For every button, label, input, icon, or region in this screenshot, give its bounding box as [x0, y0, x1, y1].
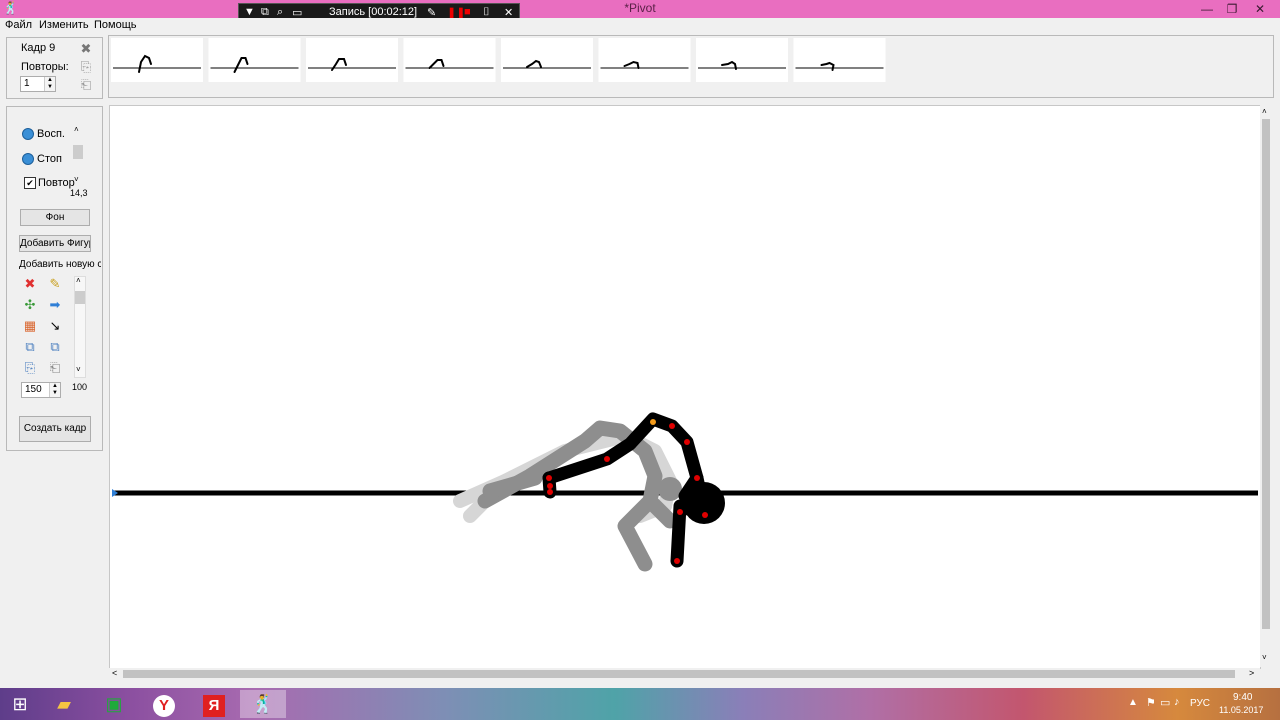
- delete-frame-icon[interactable]: ✖: [78, 41, 94, 57]
- stop-record-icon[interactable]: ■: [464, 6, 471, 18]
- timeline-frame-2[interactable]: [208, 38, 301, 82]
- yandex-icon[interactable]: Я: [198, 690, 230, 718]
- timeline-frame-6[interactable]: [598, 38, 691, 82]
- edit-figure-icon[interactable]: ✎: [47, 276, 63, 292]
- recorder-label: Запись [00:02:12]: [329, 6, 418, 18]
- store-icon[interactable]: ▣: [98, 690, 130, 718]
- scroll-down-icon[interactable]: ˅: [1262, 653, 1267, 662]
- speed-slider[interactable]: ˄ ˅: [73, 125, 83, 185]
- menu-edit[interactable]: Изменить: [39, 19, 89, 31]
- title-bar: 🕺 *Pivot — ❐ ✕: [0, 0, 1280, 18]
- slider-thumb[interactable]: [73, 145, 83, 159]
- stage[interactable]: [110, 106, 1260, 668]
- size-value: 150: [25, 384, 42, 395]
- background-button[interactable]: Фон: [20, 209, 90, 226]
- clock-time[interactable]: 9:40: [1233, 692, 1252, 703]
- center-figure-icon[interactable]: ✣: [22, 297, 38, 313]
- controls-panel: Восп. Стоп ✔ Повтор ˄ ˅ 14,3 Фон Добавит…: [6, 106, 103, 451]
- size-spinner-arrows-icon[interactable]: ▲ ▼: [49, 383, 60, 397]
- size-slider-up-icon: ˄: [76, 276, 81, 285]
- vertical-scroll-thumb[interactable]: [1262, 119, 1270, 629]
- menu-bar: Файл Изменить Помощь: [0, 18, 1280, 34]
- repeats-spinner[interactable]: 1 ▲ ▼: [20, 76, 56, 92]
- copy-figure-icon[interactable]: ⎘: [22, 360, 38, 376]
- frame-panel: Кадр 9 ✖ Повторы: ⎘ 1 ▲ ▼ ⎗: [6, 37, 103, 99]
- animation-canvas[interactable]: [109, 105, 1261, 669]
- clock-date[interactable]: 11.05.2017: [1219, 705, 1263, 715]
- color-figure-icon[interactable]: ▦: [22, 318, 38, 334]
- slider-up-icon: ˄: [74, 125, 79, 134]
- menu-file[interactable]: Файл: [5, 19, 32, 31]
- timeline-frame-4[interactable]: [403, 38, 496, 82]
- window-title: *Pivot: [624, 1, 656, 15]
- battery-icon[interactable]: ▭: [1160, 696, 1170, 709]
- frame-label: Кадр 9: [21, 42, 56, 54]
- timeline-thumbnails[interactable]: [109, 36, 1273, 97]
- size-slider-down-icon: ˅: [76, 365, 81, 374]
- repeats-value: 1: [24, 78, 30, 89]
- minimize-button[interactable]: —: [1193, 0, 1221, 18]
- file-explorer-icon[interactable]: ▰: [48, 690, 80, 718]
- add-figure-button[interactable]: Добавить Фигур: [19, 235, 91, 252]
- paste-figure-icon[interactable]: ⎗: [47, 360, 63, 376]
- paste-frame-icon[interactable]: ⎗: [78, 77, 94, 93]
- play-label[interactable]: Восп.: [37, 128, 65, 140]
- speed-value: 14,3: [70, 188, 88, 198]
- taskbar: ⊞ ▰ ▣ Y Я 🕺 ▲ ⚑ ▭ ♪ РУС 9:40 11.05.2017: [0, 688, 1280, 720]
- send-back-icon[interactable]: ⧉: [47, 339, 63, 355]
- slider-down-icon: ˅: [74, 175, 79, 184]
- language-indicator[interactable]: РУС: [1190, 698, 1210, 709]
- timeline-frame-7[interactable]: [696, 38, 788, 82]
- scroll-right-icon[interactable]: >: [1249, 668, 1254, 678]
- close-button[interactable]: ✕: [1246, 0, 1274, 18]
- horizontal-scrollbar[interactable]: < >: [109, 668, 1260, 680]
- scroll-up-icon[interactable]: ˄: [1262, 107, 1267, 116]
- size-spinner[interactable]: 150 ▲ ▼: [21, 382, 61, 398]
- delete-figure-icon[interactable]: ✖: [22, 276, 38, 292]
- start-icon[interactable]: ⊞: [4, 690, 36, 718]
- bring-front-icon[interactable]: ⧉: [22, 339, 38, 355]
- timeline-frame-8[interactable]: [793, 38, 886, 82]
- horizontal-scroll-thumb[interactable]: [123, 670, 1235, 678]
- timeline-frame-3[interactable]: [306, 38, 398, 82]
- flip-figure-icon[interactable]: ➡: [47, 297, 63, 313]
- timeline-frame-5[interactable]: [501, 38, 593, 82]
- ground-line-handle[interactable]: [112, 489, 118, 497]
- scroll-left-icon[interactable]: <: [112, 668, 117, 678]
- volume-icon[interactable]: ♪: [1174, 696, 1180, 708]
- onion-skin-previous-1: [477, 420, 678, 572]
- stop-icon[interactable]: [22, 153, 34, 165]
- play-icon[interactable]: [22, 128, 34, 140]
- repeats-label: Повторы:: [21, 61, 69, 73]
- tray-arrow-icon[interactable]: ▲: [1128, 697, 1138, 708]
- add-new-label: Добавить новую с: [19, 259, 101, 270]
- size-side-value: 100: [72, 382, 88, 392]
- network-icon[interactable]: ⚑: [1146, 696, 1156, 709]
- stop-label[interactable]: Стоп: [37, 153, 62, 165]
- dropdown-icon[interactable]: ▼: [244, 6, 255, 18]
- timeline-frame-1[interactable]: [111, 38, 203, 82]
- yandex-browser-icon[interactable]: Y: [148, 690, 180, 718]
- vertical-scrollbar[interactable]: ˄ ˅: [1260, 105, 1272, 667]
- restore-button[interactable]: ❐: [1218, 0, 1246, 18]
- pivot-icon[interactable]: 🕺: [240, 690, 286, 718]
- size-slider-thumb[interactable]: [75, 291, 85, 304]
- timeline: [108, 35, 1274, 98]
- loop-checkbox[interactable]: ✔: [24, 177, 36, 189]
- join-figure-icon[interactable]: ↘: [47, 318, 63, 334]
- spinner-arrows-icon[interactable]: ▲ ▼: [44, 77, 55, 91]
- copy-frame-icon[interactable]: ⎘: [78, 59, 94, 75]
- figure-origin-joint[interactable]: [650, 419, 656, 425]
- onion-skin-head: [658, 477, 682, 501]
- menu-help[interactable]: Помощь: [94, 19, 137, 31]
- size-slider[interactable]: ˄ ˅: [74, 276, 86, 378]
- create-frame-button[interactable]: Создать кадр: [19, 416, 91, 442]
